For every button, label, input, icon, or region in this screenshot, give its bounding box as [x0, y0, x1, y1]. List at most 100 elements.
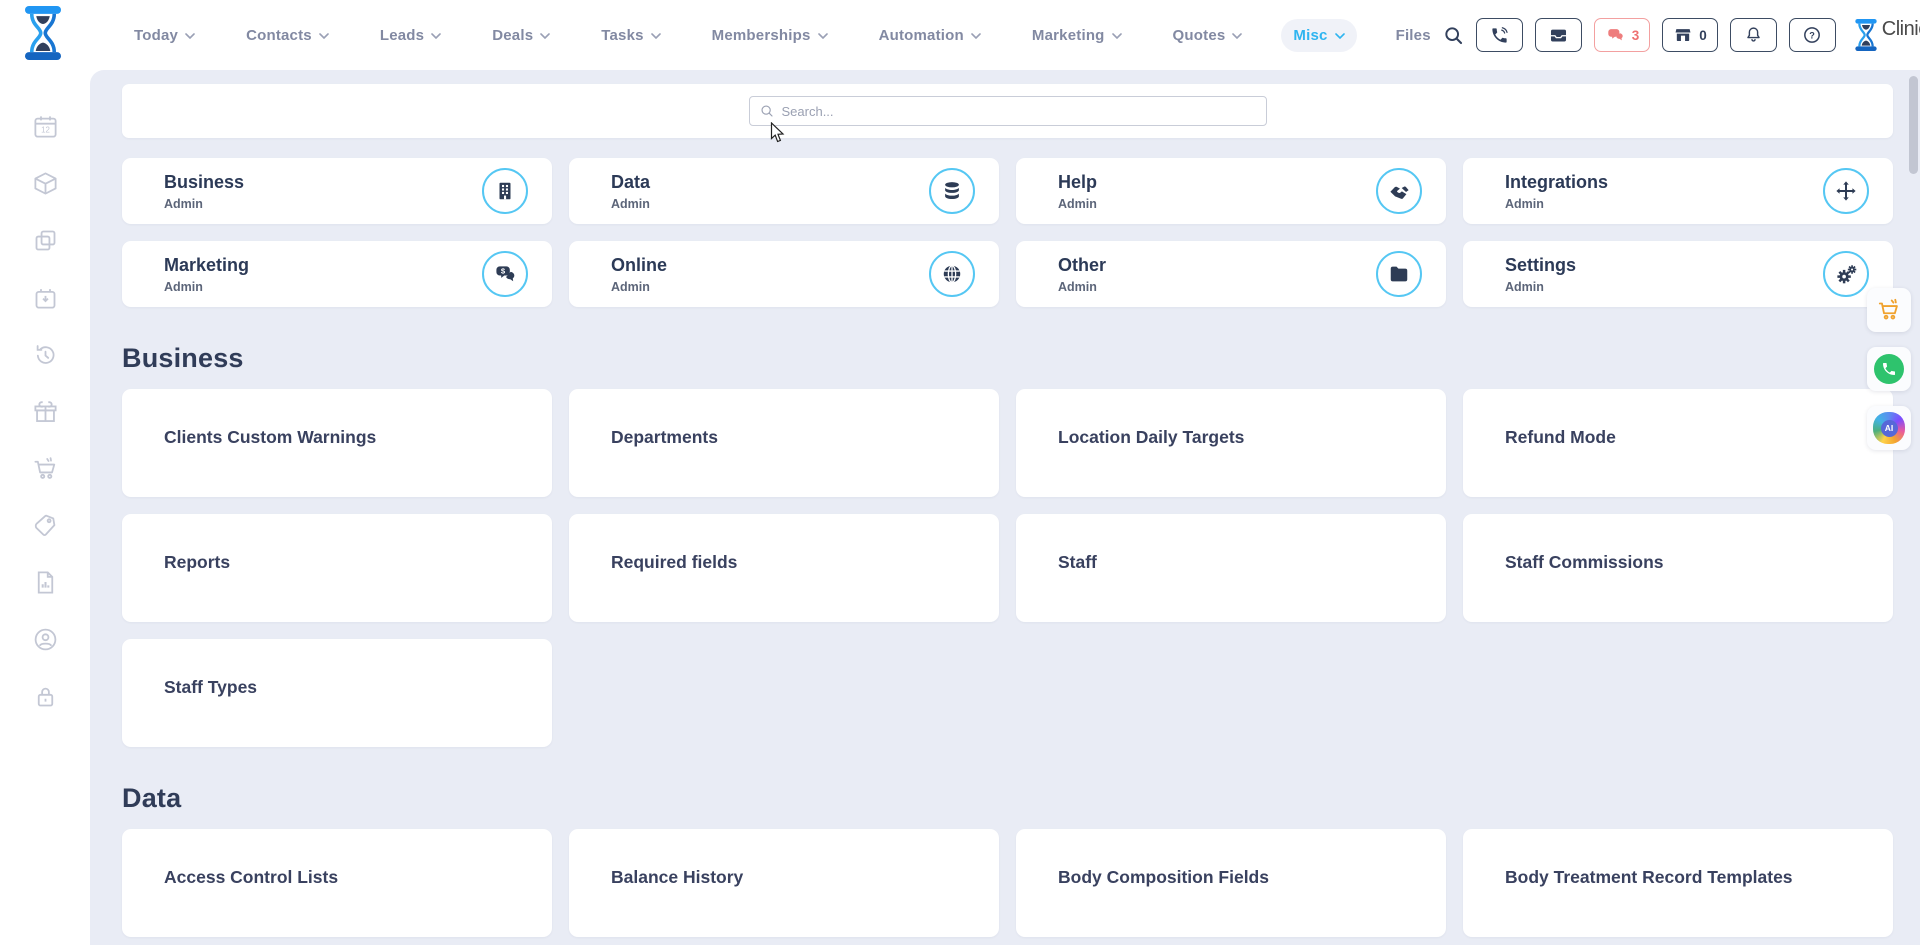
gift-icon[interactable]: [32, 398, 59, 425]
cart-button[interactable]: [1867, 288, 1911, 332]
chevron-down-icon: [540, 33, 550, 39]
nav-marketing[interactable]: Marketing: [1020, 19, 1134, 52]
category-card-other[interactable]: OtherAdmin: [1016, 241, 1446, 307]
nav-quotes[interactable]: Quotes: [1161, 19, 1255, 52]
notifications-button[interactable]: [1730, 18, 1777, 52]
price-tag-icon[interactable]: [32, 512, 59, 539]
lock-icon[interactable]: [32, 683, 59, 710]
category-card-settings[interactable]: SettingsAdmin: [1463, 241, 1893, 307]
nav-contacts[interactable]: Contacts: [234, 19, 341, 52]
chat-bubbles-icon: [1605, 26, 1626, 45]
nav-label: Automation: [879, 27, 964, 44]
nav-today[interactable]: Today: [122, 19, 207, 52]
category-title: Online: [611, 255, 667, 276]
floating-action-column: AI: [1867, 288, 1911, 450]
nav-memberships[interactable]: Memberships: [700, 19, 840, 52]
item-card-body-treatment-record-templates[interactable]: Body Treatment Record Templates: [1463, 829, 1893, 937]
category-card-business[interactable]: Business Admin: [122, 158, 552, 224]
nav-label: Misc: [1293, 27, 1327, 44]
building-icon: [482, 168, 528, 214]
vertical-scrollbar-thumb[interactable]: [1909, 76, 1918, 174]
app-logo-icon[interactable]: [22, 6, 64, 65]
nav-tasks[interactable]: Tasks: [589, 19, 672, 52]
item-label: Departments: [611, 427, 718, 448]
section-title-data: Data: [122, 783, 1893, 814]
logo-hourglass-icon: [1854, 19, 1878, 51]
chevron-down-icon: [431, 33, 441, 39]
folder-icon: [1376, 251, 1422, 297]
package-icon[interactable]: [32, 170, 59, 197]
nav-label: Tasks: [601, 27, 643, 44]
nav-label: Contacts: [246, 27, 312, 44]
nav-misc[interactable]: Misc: [1281, 19, 1356, 52]
chevron-down-icon: [1112, 33, 1122, 39]
inbox-icon: [1548, 26, 1569, 45]
search-input[interactable]: [782, 104, 1256, 119]
history-icon[interactable]: [32, 341, 59, 368]
category-subtitle: Admin: [611, 197, 650, 211]
item-card-staff-types[interactable]: Staff Types: [122, 639, 552, 747]
item-card-location-daily-targets[interactable]: Location Daily Targets: [1016, 389, 1446, 497]
ai-assistant-button[interactable]: AI: [1867, 406, 1911, 450]
category-subtitle: Admin: [164, 197, 244, 211]
item-label: Refund Mode: [1505, 427, 1616, 448]
chevron-down-icon: [319, 33, 329, 39]
duplicate-icon[interactable]: [32, 227, 59, 254]
chat-button[interactable]: 3: [1594, 18, 1651, 52]
category-card-integrations[interactable]: IntegrationsAdmin: [1463, 158, 1893, 224]
bell-icon: [1744, 25, 1763, 45]
search-bar-card: [122, 84, 1893, 138]
business-items-grid: Clients Custom Warnings Departments Loca…: [122, 389, 1893, 747]
nav-label: Files: [1396, 27, 1431, 44]
globe-icon: [929, 251, 975, 297]
whatsapp-button[interactable]: [1867, 347, 1911, 391]
category-card-marketing[interactable]: MarketingAdmin $: [122, 241, 552, 307]
help-button[interactable]: ?: [1789, 18, 1836, 52]
cart-icon: [1876, 297, 1902, 323]
item-card-staff[interactable]: Staff: [1016, 514, 1446, 622]
nav-leads[interactable]: Leads: [368, 19, 453, 52]
category-card-data[interactable]: DataAdmin: [569, 158, 999, 224]
item-card-body-composition-fields[interactable]: Body Composition Fields: [1016, 829, 1446, 937]
item-label: Balance History: [611, 867, 743, 888]
inbox-button[interactable]: [1535, 18, 1582, 52]
handshake-icon: [1376, 168, 1422, 214]
category-card-online[interactable]: OnlineAdmin: [569, 241, 999, 307]
search-box: [749, 96, 1267, 126]
category-card-help[interactable]: HelpAdmin: [1016, 158, 1446, 224]
chevron-down-icon: [971, 33, 981, 39]
pos-button[interactable]: 0: [1662, 18, 1718, 52]
item-card-balance-history[interactable]: Balance History: [569, 829, 999, 937]
nav-label: Memberships: [712, 27, 811, 44]
admin-category-grid: Business Admin DataAdmin HelpAdmin Integr…: [122, 158, 1893, 307]
phone-icon: [1490, 26, 1509, 45]
item-card-clients-custom-warnings[interactable]: Clients Custom Warnings: [122, 389, 552, 497]
nav-files[interactable]: Files: [1384, 19, 1443, 52]
category-title: Integrations: [1505, 172, 1608, 193]
move-arrows-icon: [1823, 168, 1869, 214]
nav-label: Quotes: [1173, 27, 1226, 44]
category-subtitle: Admin: [1058, 197, 1097, 211]
item-card-required-fields[interactable]: Required fields: [569, 514, 999, 622]
item-card-refund-mode[interactable]: Refund Mode: [1463, 389, 1893, 497]
nav-deals[interactable]: Deals: [480, 19, 562, 52]
topbar-actions: 3 0 ? ClinicSoftware.com TEN STEPS AHEAD: [1443, 15, 1920, 55]
user-badge-icon[interactable]: [32, 626, 59, 653]
svg-text:?: ?: [1810, 30, 1816, 40]
search-icon[interactable]: [1443, 25, 1464, 46]
calendar-import-icon[interactable]: [32, 284, 59, 311]
phone-button[interactable]: [1476, 18, 1523, 52]
item-card-reports[interactable]: Reports: [122, 514, 552, 622]
calendar-icon[interactable]: 12: [32, 113, 59, 140]
whatsapp-icon: [1874, 354, 1904, 384]
item-card-access-control-lists[interactable]: Access Control Lists: [122, 829, 552, 937]
category-title: Settings: [1505, 255, 1576, 276]
item-card-staff-commissions[interactable]: Staff Commissions: [1463, 514, 1893, 622]
shopping-cart-icon[interactable]: [32, 455, 59, 482]
category-title: Business: [164, 172, 244, 193]
item-label: Body Treatment Record Templates: [1505, 867, 1793, 888]
report-file-icon[interactable]: [32, 569, 59, 596]
ai-icon: AI: [1873, 412, 1905, 444]
nav-automation[interactable]: Automation: [867, 19, 993, 52]
item-card-departments[interactable]: Departments: [569, 389, 999, 497]
